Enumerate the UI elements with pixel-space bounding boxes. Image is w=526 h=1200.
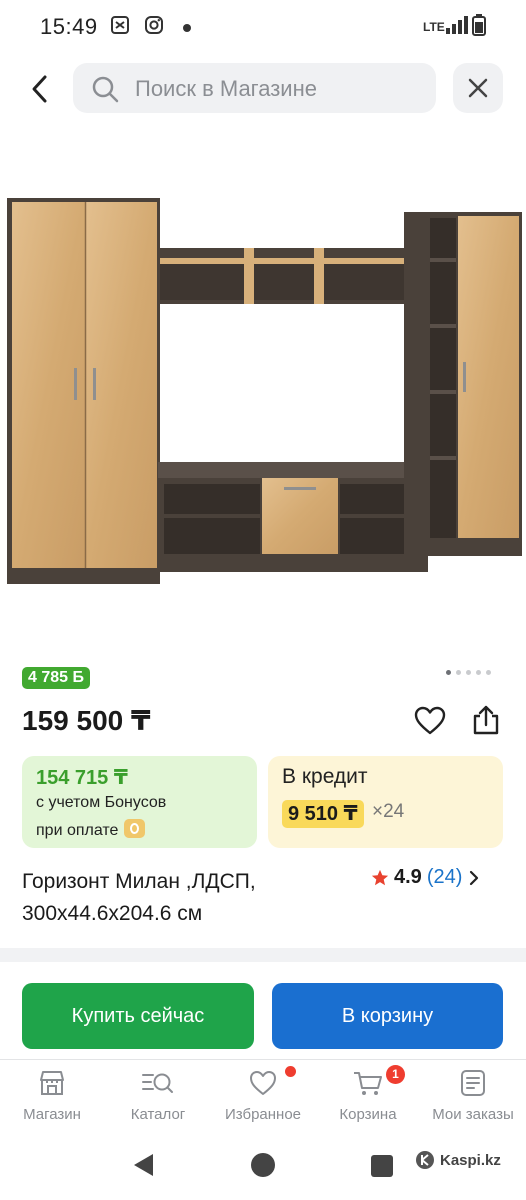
carousel-dot bbox=[486, 670, 491, 675]
share-button[interactable] bbox=[471, 704, 501, 741]
rating-link[interactable]: 4.9 (24) bbox=[371, 866, 481, 889]
signal-icon bbox=[446, 16, 468, 34]
favorite-button[interactable] bbox=[414, 706, 446, 741]
cart-count-badge: 1 bbox=[386, 1065, 405, 1084]
search-input[interactable]: Поиск в Магазине bbox=[73, 63, 436, 113]
close-search-button[interactable] bbox=[453, 63, 503, 113]
status-bar: 15:49 LTE bbox=[0, 0, 526, 56]
nav-cart[interactable]: Корзина 1 bbox=[316, 1062, 420, 1123]
carousel-dot bbox=[446, 670, 451, 675]
system-recents-icon[interactable] bbox=[370, 1154, 394, 1178]
credit-card[interactable]: В кредит 9 510 ₸ ×24 bbox=[268, 756, 503, 848]
cart-icon bbox=[354, 1072, 382, 1095]
rating-score: 4.9 bbox=[394, 866, 422, 888]
bonus-caption-2: при оплате bbox=[36, 819, 146, 840]
battery-icon bbox=[472, 14, 486, 36]
credit-months: ×24 bbox=[372, 801, 405, 822]
catalog-search-icon bbox=[142, 1073, 173, 1093]
nav-shop-label: Магазин bbox=[23, 1106, 81, 1123]
kaspi-watermark: Kaspi.kz bbox=[415, 1150, 501, 1170]
product-title: Горизонт Милан ,ЛДСП, 300x44.6x204.6 см bbox=[22, 870, 256, 925]
bonus-badge: 4 785 Б bbox=[22, 667, 90, 689]
credit-monthly-payment: 9 510 ₸ bbox=[282, 800, 364, 828]
chevron-left-icon bbox=[32, 75, 47, 103]
system-back-icon[interactable] bbox=[131, 1152, 155, 1178]
back-button[interactable] bbox=[22, 66, 58, 112]
nav-favorites[interactable]: Избранное bbox=[211, 1062, 315, 1123]
instagram-icon bbox=[145, 16, 163, 34]
review-count: (24) bbox=[426, 866, 463, 888]
kaspi-watermark-text: Kaspi.kz bbox=[440, 1151, 501, 1169]
nav-favorites-label: Избранное bbox=[224, 1106, 302, 1123]
notification-dot bbox=[183, 24, 191, 32]
favorites-dot bbox=[285, 1066, 296, 1077]
nav-catalog[interactable]: Каталог bbox=[106, 1062, 210, 1123]
bonus-caption-1: с учетом Бонусов bbox=[36, 794, 167, 811]
product-image[interactable] bbox=[0, 190, 526, 590]
chevron-right-icon bbox=[470, 870, 479, 885]
close-icon bbox=[468, 78, 488, 98]
carousel-dot bbox=[466, 670, 471, 675]
image-carousel-dots bbox=[446, 670, 491, 675]
bonus-caption-2-text: при оплате bbox=[36, 822, 119, 839]
shop-icon bbox=[40, 1071, 64, 1095]
nav-cart-label: Корзина bbox=[339, 1106, 397, 1123]
section-divider bbox=[0, 948, 526, 962]
product-price: 159 500 ₸ bbox=[22, 705, 151, 736]
carousel-dot bbox=[456, 670, 461, 675]
nav-orders[interactable]: Мои заказы bbox=[421, 1062, 525, 1123]
heart-icon bbox=[250, 1071, 276, 1095]
nav-catalog-label: Каталог bbox=[130, 1106, 186, 1123]
status-time: 15:49 bbox=[40, 14, 98, 39]
system-home-icon[interactable] bbox=[250, 1152, 276, 1178]
search-placeholder: Поиск в Магазине bbox=[135, 76, 317, 101]
kaspi-logo-icon bbox=[416, 1151, 434, 1169]
star-icon bbox=[371, 869, 389, 885]
carousel-dot bbox=[476, 670, 481, 675]
network-type: LTE bbox=[423, 20, 445, 34]
notification-icon bbox=[111, 16, 129, 34]
credit-title: В кредит bbox=[282, 765, 368, 788]
nav-separator bbox=[0, 1059, 526, 1060]
bonus-price: 154 715 ₸ bbox=[36, 767, 128, 789]
search-icon bbox=[92, 76, 119, 103]
orders-icon bbox=[461, 1070, 485, 1096]
buy-now-button[interactable]: Купить сейчас bbox=[22, 983, 254, 1049]
bonus-price-card[interactable]: 154 715 ₸ с учетом Бонусов при оплате bbox=[22, 756, 257, 848]
kaspi-pay-icon bbox=[124, 819, 146, 838]
nav-orders-label: Мои заказы bbox=[432, 1106, 514, 1123]
bottom-nav: Магазин Каталог Избранное Корзина 1 Мои … bbox=[0, 1062, 526, 1126]
share-icon bbox=[473, 705, 499, 735]
heart-icon bbox=[414, 706, 446, 735]
nav-shop[interactable]: Магазин bbox=[0, 1062, 104, 1123]
add-to-cart-button[interactable]: В корзину bbox=[272, 983, 503, 1049]
